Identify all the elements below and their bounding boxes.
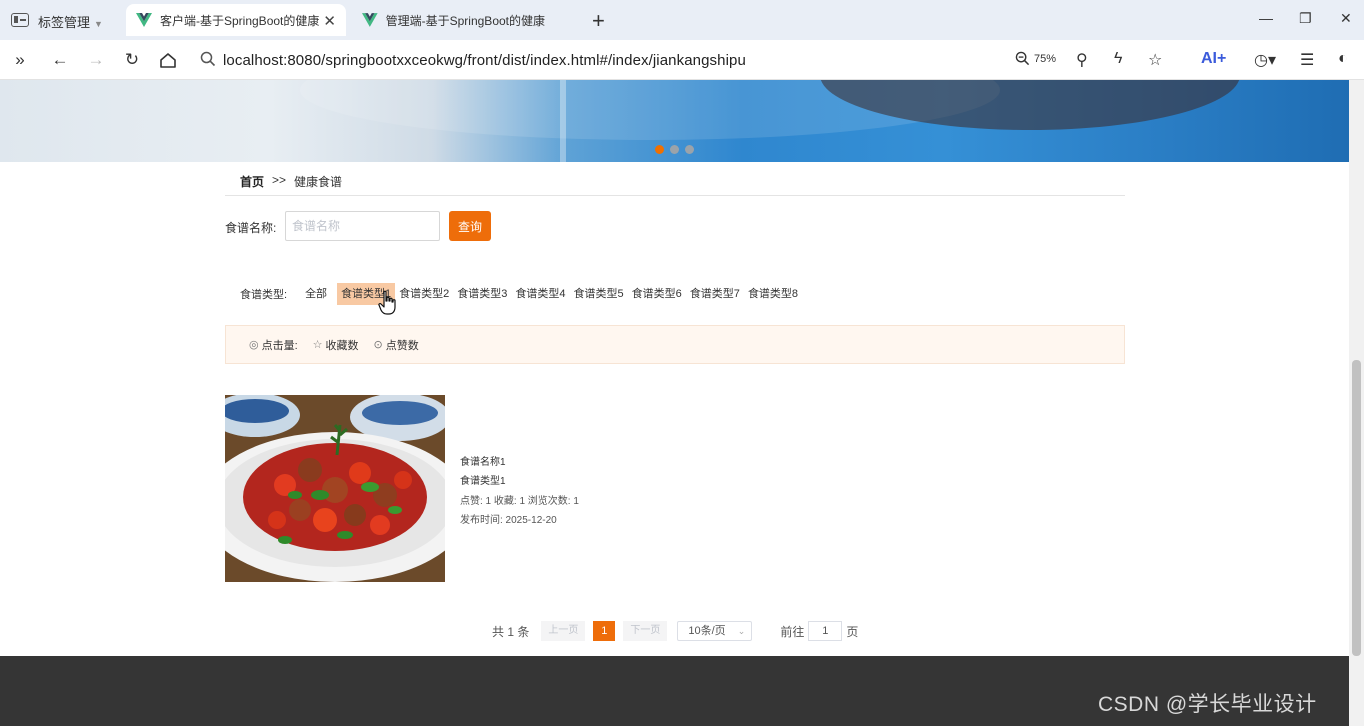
category-item[interactable]: 食谱类型7	[686, 283, 744, 305]
search-label: 食谱名称:	[225, 221, 277, 235]
breadcrumb: 首页 >> 健康食谱	[240, 173, 342, 190]
category-item[interactable]: 食谱类型2	[395, 283, 453, 305]
pagination: 共 1 条 上一页 1 下一页 10条/页 ⌄ 前往 1 页	[492, 620, 858, 642]
like-icon: ⊙	[373, 339, 383, 351]
bolt-icon[interactable]: ϟ	[1114, 50, 1122, 68]
category-item[interactable]: 食谱类型8	[744, 283, 802, 305]
recipe-type: 食谱类型1	[460, 476, 506, 488]
close-tab-icon[interactable]: ✕	[323, 12, 336, 30]
tab-group-label[interactable]: 标签管理 ▼	[38, 12, 103, 31]
zoom-indicator[interactable]: 75%	[1015, 51, 1056, 66]
sidebar-toggle-icon[interactable]: »	[10, 50, 30, 70]
browser-tab-bar: 标签管理 ▼ 客户端-基于SpringBoot的健康 ✕ 管理端-基于Spring…	[0, 0, 1364, 40]
forward-icon[interactable]: →	[86, 50, 106, 70]
recipe-stats: 点赞: 1 收藏: 1 浏览次数: 1	[460, 495, 579, 507]
category-label: 食谱类型:	[240, 289, 288, 301]
scrollbar-thumb[interactable]	[1352, 360, 1361, 656]
bookmark-star-icon[interactable]: ☆	[1148, 50, 1162, 70]
history-icon[interactable]: ◷▾	[1254, 50, 1276, 70]
breadcrumb-separator: >>	[272, 173, 287, 187]
recipe-image[interactable]	[225, 395, 445, 582]
address-bar-row: » ← → ↻ localhost:8080/springbootxxceokw…	[0, 40, 1364, 80]
eye-icon: ◎	[249, 339, 259, 351]
url-field[interactable]: localhost:8080/springbootxxceokwg/front/…	[223, 52, 746, 69]
page-size-select[interactable]: 10条/页 ⌄	[677, 621, 753, 641]
category-item[interactable]: 食谱类型6	[628, 283, 686, 305]
reload-icon[interactable]: ↻	[122, 50, 142, 70]
key-icon[interactable]: ⚲	[1076, 50, 1088, 70]
carousel-dot[interactable]	[670, 145, 679, 154]
vue-logo-icon	[136, 13, 152, 27]
sort-bar: ◎ 点击量: ☆ 收藏数 ⊙ 点赞数	[225, 325, 1125, 364]
tab-client[interactable]: 客户端-基于SpringBoot的健康 ✕	[126, 4, 346, 36]
chevron-down-icon: ⌄	[737, 626, 746, 636]
ai-assistant-icon[interactable]: AI+	[1201, 50, 1226, 68]
recipe-info[interactable]: 食谱名称1 食谱类型1 点赞: 1 收藏: 1 浏览次数: 1 发布时间: 20…	[460, 453, 579, 530]
sort-by-favorites[interactable]: ☆ 收藏数	[313, 337, 359, 353]
restore-icon[interactable]: ❐	[1299, 10, 1312, 27]
hand-cursor-icon	[378, 290, 396, 315]
tab-group-icon[interactable]	[8, 10, 32, 30]
next-page-button[interactable]: 下一页	[623, 621, 668, 641]
zoom-out-icon	[1015, 51, 1030, 66]
window-close-icon[interactable]: ✕	[1340, 10, 1352, 27]
sort-by-clicks[interactable]: ◎ 点击量:	[249, 337, 298, 353]
category-item[interactable]: 食谱类型3	[453, 283, 511, 305]
carousel-indicators	[655, 145, 694, 154]
home-icon[interactable]	[159, 52, 177, 69]
category-item[interactable]: 食谱类型4	[511, 283, 569, 305]
recipe-photo	[225, 395, 445, 582]
star-icon: ☆	[312, 339, 323, 351]
new-tab-button[interactable]: +	[592, 8, 605, 34]
caret-down-icon: ▼	[94, 19, 103, 29]
carousel-dot[interactable]	[655, 145, 664, 154]
carousel-dot[interactable]	[685, 145, 694, 154]
recipe-name-input[interactable]	[285, 211, 440, 241]
reading-list-icon[interactable]: ☰	[1300, 50, 1314, 70]
goto-page-input[interactable]: 1	[808, 621, 843, 641]
breadcrumb-home[interactable]: 首页	[240, 173, 264, 190]
extensions-icon[interactable]: ◐	[1338, 50, 1348, 68]
watermark: CSDN @学长毕业设计	[1098, 693, 1317, 716]
vue-logo-icon	[362, 13, 378, 27]
sort-by-likes[interactable]: ⊙ 点赞数	[374, 337, 419, 353]
breadcrumb-divider	[225, 195, 1125, 196]
page-unit-label: 页	[846, 624, 859, 639]
goto-label: 前往	[780, 624, 805, 639]
search-icon	[200, 51, 216, 67]
search-button[interactable]: 查询	[449, 211, 491, 241]
back-icon[interactable]: ←	[50, 50, 70, 70]
tab-admin[interactable]: 管理端-基于SpringBoot的健康	[352, 4, 576, 36]
prev-page-button[interactable]: 上一页	[541, 621, 586, 641]
pagination-total: 共 1 条	[492, 624, 530, 639]
breadcrumb-current: 健康食谱	[294, 175, 343, 189]
category-filter: 食谱类型: 全部 食谱类型1 食谱类型2 食谱类型3 食谱类型4 食谱类型5 食…	[240, 282, 802, 306]
recipe-publish-date: 发布时间: 2025-12-20	[460, 514, 557, 526]
minimize-icon[interactable]: —	[1259, 10, 1273, 26]
category-all[interactable]: 全部	[301, 283, 331, 305]
category-item[interactable]: 食谱类型5	[570, 283, 628, 305]
recipe-name: 食谱名称1	[460, 457, 506, 468]
page-number-current[interactable]: 1	[593, 621, 616, 641]
